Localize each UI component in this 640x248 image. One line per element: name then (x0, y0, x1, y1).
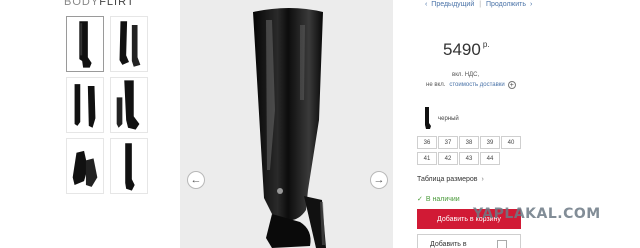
brand-part-1: BODY (64, 0, 100, 8)
boot-detail-thumbnail-image (67, 139, 103, 193)
main-product-image (180, 0, 393, 248)
color-swatch-black[interactable] (420, 106, 434, 130)
product-navigation: ‹ Предыдущий | Продолжить › (425, 1, 534, 8)
size-option[interactable]: 44 (480, 152, 500, 165)
image-next-button[interactable]: → (370, 171, 388, 189)
stock-label: В наличии (425, 196, 460, 203)
thumbnail-6[interactable] (110, 138, 148, 194)
size-option[interactable]: 40 (501, 136, 521, 149)
chevron-left-icon: ‹ (425, 1, 428, 8)
boot-heel-thumbnail-image (111, 139, 147, 193)
image-prev-button[interactable]: ← (187, 171, 205, 189)
thumbnail-1[interactable] (66, 16, 104, 72)
boot-pair-thumbnail-image (111, 17, 147, 71)
size-option[interactable]: 42 (438, 152, 458, 165)
size-option[interactable]: 41 (417, 152, 437, 165)
size-option[interactable]: 37 (438, 136, 458, 149)
thumbnail-2[interactable] (110, 16, 148, 72)
watermark: YAPLAKAL.COM (473, 206, 601, 222)
price-currency: р. (482, 40, 490, 49)
color-label: черный (438, 116, 459, 122)
boot-side-thumbnail-image (111, 78, 147, 132)
prev-product-link[interactable]: Предыдущий (431, 1, 474, 8)
size-table-link[interactable]: Таблица размеров › (417, 176, 484, 183)
size-option[interactable]: 36 (417, 136, 437, 149)
favorites-checkbox[interactable] (497, 240, 507, 248)
arrow-left-icon: ← (190, 174, 202, 186)
brand-part-2: FLIRT (99, 0, 135, 8)
delivery-prefix: не вкл. (426, 82, 446, 88)
thumbnail-5[interactable] (66, 138, 104, 194)
plus-circle-icon[interactable]: + (507, 81, 516, 89)
price: 5490 р. (443, 40, 490, 60)
size-option[interactable]: 39 (480, 136, 500, 149)
size-option[interactable]: 38 (459, 136, 479, 149)
size-option[interactable]: 43 (459, 152, 479, 165)
chevron-right-icon: › (481, 176, 484, 183)
chevron-right-icon: › (529, 1, 533, 8)
delivery-cost-link[interactable]: стоимость доставки (449, 82, 504, 88)
brand-logo: BODYFLIRT (64, 0, 135, 8)
delivery-info: не вкл. стоимость доставки + (426, 81, 516, 89)
arrow-right-icon: → (373, 174, 385, 186)
thigh-high-boot-image (180, 0, 393, 248)
next-product-link[interactable]: Продолжить (486, 1, 526, 8)
stock-status: ✓ В наличии (417, 195, 460, 203)
boot-thumbnail-image (67, 17, 103, 71)
check-icon: ✓ (417, 196, 423, 203)
nav-divider: | (479, 1, 482, 8)
vat-note: вкл. НДС, (452, 72, 480, 78)
price-value: 5490 (443, 40, 481, 59)
boot-back-thumbnail-image (67, 78, 103, 132)
thumbnail-3[interactable] (66, 77, 104, 133)
thumbnail-4[interactable] (110, 77, 148, 133)
size-table-label: Таблица размеров (417, 176, 478, 183)
